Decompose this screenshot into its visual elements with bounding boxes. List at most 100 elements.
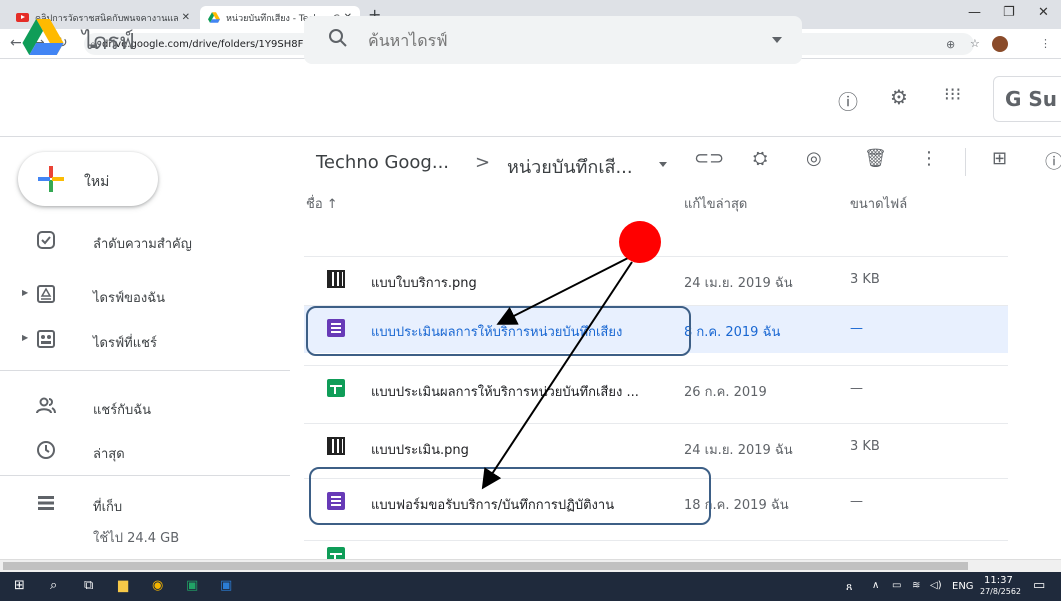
sort-arrow-up-icon[interactable]: ↑ — [327, 197, 338, 212]
clock-icon — [37, 441, 55, 459]
file-modified: 24 เม.ย. 2019 ฉัน — [684, 443, 793, 458]
toolbar-divider — [965, 148, 966, 176]
breadcrumb-parent[interactable]: Techno Goog... — [316, 152, 449, 173]
people-tray-icon[interactable]: ጸ — [846, 580, 852, 594]
people-icon — [36, 397, 56, 414]
clock-date[interactable]: 27/8/2562 — [980, 587, 1021, 596]
share-add-person-icon[interactable]: ⛭ — [753, 148, 767, 169]
task-view-icon[interactable]: ⧉ — [84, 578, 93, 593]
trash-icon[interactable]: 🗑︎ — [864, 148, 887, 169]
sidebar-item-label: ไดรฟ์ที่แชร์ — [93, 336, 157, 351]
more-actions-icon[interactable]: ⋮ — [920, 148, 938, 169]
column-header-name[interactable]: ชื่อ ↑ — [306, 193, 338, 214]
column-header-modified[interactable]: แก้ไขล่าสุด — [684, 193, 747, 214]
taskbar-search-icon[interactable]: ⌕ — [50, 578, 57, 593]
help-icon[interactable]: ⓘ — [838, 86, 858, 115]
google-drive-logo-icon[interactable] — [22, 19, 64, 55]
table-row-partial[interactable] — [304, 540, 1008, 560]
file-modified: 8 ก.ค. 2019 ฉัน — [684, 325, 781, 340]
search-options-dropdown-icon[interactable] — [772, 37, 782, 43]
gsuite-account-button[interactable]: G Su — [993, 76, 1061, 122]
sidebar-item-shared-drives[interactable]: ▶ ไดรฟ์ที่แชร์ — [0, 321, 290, 361]
sidebar-item-my-drive[interactable]: ▶ ไดรฟ์ของฉัน — [0, 276, 290, 316]
table-row[interactable]: แบบประเมิน.png 24 เม.ย. 2019 ฉัน 3 KB — [304, 423, 1008, 471]
file-size: — — [850, 321, 863, 336]
chrome-icon[interactable]: ◉ — [152, 578, 163, 593]
file-explorer-icon[interactable]: ▆ — [118, 578, 128, 593]
storage-icon — [38, 496, 54, 510]
clock-time[interactable]: 11:37 — [984, 575, 1013, 586]
folder-menu-dropdown-icon[interactable] — [659, 162, 667, 167]
file-name: แบบประเมิน.png — [371, 443, 469, 458]
image-file-icon — [327, 437, 345, 455]
menu-kebab-icon[interactable]: ⋮ — [1040, 37, 1051, 50]
file-size: 3 KB — [850, 439, 880, 454]
column-name-label: ชื่อ — [306, 197, 323, 212]
shared-drives-icon — [37, 330, 55, 348]
scrollbar-thumb[interactable] — [3, 562, 968, 570]
search-input[interactable] — [368, 31, 748, 50]
sidebar-item-recent[interactable]: ล่าสุด — [0, 432, 290, 472]
table-row[interactable]: แบบประเมินผลการให้บริการหน่วยบันทึกเสียง… — [304, 365, 1008, 413]
breadcrumb-separator: > — [475, 152, 491, 173]
expand-caret-icon[interactable]: ▶ — [22, 333, 28, 342]
file-size: — — [850, 494, 863, 509]
annotation-highlight-box — [306, 306, 691, 356]
plus-icon — [38, 166, 64, 192]
sidebar-item-label: ลำดับความสำคัญ — [93, 237, 192, 252]
sidebar-item-label: ที่เก็บ — [93, 500, 123, 515]
excel-icon[interactable]: ▣ — [186, 578, 198, 593]
priority-check-icon — [37, 231, 55, 249]
my-drive-icon — [37, 285, 55, 303]
gsuite-label: G Su — [1005, 87, 1058, 111]
show-hidden-icons-icon[interactable]: ∧ — [872, 580, 879, 591]
input-language[interactable]: ENG — [952, 581, 974, 592]
google-sheets-icon — [327, 379, 345, 397]
sidebar-item-priority[interactable]: ลำดับความสำคัญ — [0, 222, 290, 262]
details-info-icon[interactable]: ⓘ — [1045, 148, 1061, 174]
back-icon[interactable]: ← — [10, 35, 22, 51]
sidebar-item-label: ล่าสุด — [93, 447, 125, 462]
notifications-icon[interactable]: ▭ — [1033, 578, 1045, 593]
new-button-label: ใหม่ — [84, 174, 110, 190]
minimize-icon[interactable]: — — [968, 5, 981, 20]
file-modified: 24 เม.ย. 2019 ฉัน — [684, 276, 793, 291]
restore-icon[interactable]: ❐ — [1003, 5, 1015, 20]
column-header-size[interactable]: ขนาดไฟล์ — [850, 193, 907, 214]
sidebar-divider — [0, 370, 290, 371]
breadcrumb-current[interactable]: หน่วยบันทึกเสี... — [507, 152, 633, 181]
windows-start-icon[interactable]: ⊞ — [14, 578, 25, 593]
image-file-icon — [327, 270, 345, 288]
drive-icon — [208, 12, 220, 23]
profile-avatar[interactable] — [992, 36, 1008, 52]
grid-view-icon[interactable]: ⊞ — [992, 148, 1007, 169]
word-icon[interactable]: ▣ — [220, 578, 232, 593]
file-size: — — [850, 381, 863, 396]
close-tab-icon[interactable]: ✕ — [182, 12, 190, 23]
file-name: แบบประเมินผลการให้บริการหน่วยบันทึกเสียง… — [371, 385, 639, 400]
zoom-icon[interactable]: ⊕ — [946, 38, 955, 51]
file-size: 3 KB — [850, 272, 880, 287]
network-icon[interactable]: ▭ — [892, 580, 901, 591]
bookmark-star-icon[interactable]: ☆ — [970, 37, 980, 50]
table-row[interactable]: แบบใบบริการ.png 24 เม.ย. 2019 ฉัน 3 KB — [304, 256, 1008, 304]
sidebar-divider — [0, 475, 290, 476]
wifi-icon[interactable]: ≋ — [912, 580, 920, 591]
apps-grid-icon[interactable]: ⁝⁝⁝ — [944, 84, 961, 105]
annotation-highlight-box — [309, 467, 711, 525]
expand-caret-icon[interactable]: ▶ — [22, 288, 28, 297]
sidebar-item-label: ไดรฟ์ของฉัน — [93, 291, 165, 306]
sidebar-item-storage[interactable]: ที่เก็บ — [0, 485, 290, 525]
preview-eye-icon[interactable]: ◎ — [806, 148, 822, 169]
annotation-red-dot — [619, 221, 661, 263]
search-icon[interactable] — [328, 28, 348, 48]
storage-used-text: ใช้ไป 24.4 GB — [93, 531, 180, 546]
file-name: แบบใบบริการ.png — [371, 276, 477, 291]
settings-gear-icon[interactable]: ⚙ — [890, 85, 908, 109]
sidebar-item-shared-with-me[interactable]: แชร์กับฉัน — [0, 388, 290, 428]
volume-icon[interactable]: ◁) — [930, 580, 942, 591]
close-window-icon[interactable]: ✕ — [1038, 5, 1049, 20]
brand-title: ไดรฟ์ — [82, 30, 135, 55]
sidebar-item-label: แชร์กับฉัน — [93, 403, 152, 418]
get-link-icon[interactable]: ⊂⊃ — [694, 148, 724, 169]
